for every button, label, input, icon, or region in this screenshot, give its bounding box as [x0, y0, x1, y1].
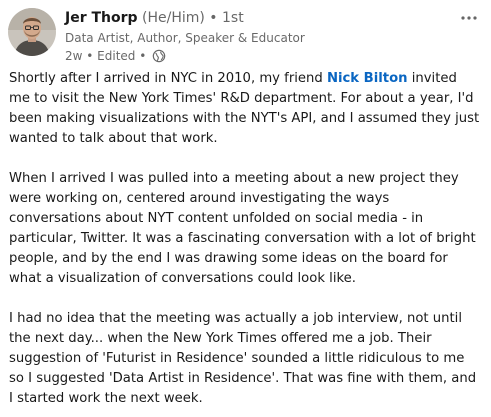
avatar[interactable]: [8, 8, 56, 56]
mention-link[interactable]: Nick Bilton: [327, 71, 408, 86]
paragraph-1-start: Shortly after I arrived in NYC in 2010, …: [9, 71, 327, 86]
author-pronouns: (He/Him): [142, 10, 205, 26]
author-name-row: Jer Thorp (He/Him) • 1st: [65, 8, 451, 28]
author-photo: [8, 8, 56, 56]
post-body: Shortly after I arrived in NYC in 2010, …: [9, 69, 481, 409]
post-paragraph-3: I had no idea that the meeting was actua…: [9, 311, 477, 406]
connection-degree: • 1st: [209, 10, 244, 26]
globe-icon: [152, 49, 166, 63]
author-name[interactable]: Jer Thorp: [65, 10, 138, 26]
post-time: 2w: [65, 49, 83, 63]
edited-label: • Edited •: [86, 49, 147, 63]
post-meta: 2w • Edited •: [65, 47, 451, 65]
author-headline: Data Artist, Author, Speaker & Educator: [65, 31, 305, 45]
post-paragraph-2: When I arrived I was pulled into a meeti…: [9, 171, 476, 286]
post-header: Jer Thorp (He/Him) • 1st Data Artist, Au…: [65, 8, 451, 65]
feed-post: Jer Thorp (He/Him) • 1st Data Artist, Au…: [0, 0, 491, 417]
post-paragraph-1: Shortly after I arrived in NYC in 2010, …: [9, 69, 481, 149]
more-options-icon[interactable]: [459, 8, 479, 28]
